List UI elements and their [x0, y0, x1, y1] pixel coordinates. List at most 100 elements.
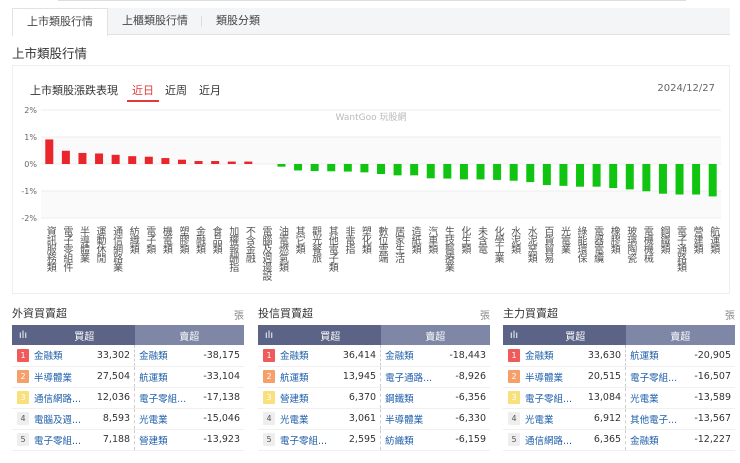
sell-sector-link[interactable]: 其他電子...	[625, 408, 687, 430]
table-row: 1 金融類 36,414 金融類 -18,443	[258, 345, 490, 367]
tab-otc[interactable]: 上櫃類股行情	[108, 8, 202, 34]
table-row: 4 電腦及週... 8,593 光電業 -15,046	[12, 408, 244, 430]
bar[interactable]	[642, 164, 651, 192]
bar[interactable]	[343, 164, 352, 172]
buy-sector-link[interactable]: 金融類	[525, 345, 581, 367]
buy-sector-link[interactable]: 金融類	[34, 345, 90, 367]
bar[interactable]	[244, 161, 253, 164]
rank-badge: 4	[263, 412, 275, 425]
rank-badge: 3	[263, 391, 275, 404]
bar[interactable]	[377, 164, 385, 174]
flow-table: ılı 買超 賣超 1 金融類 33,630 航運類 -20,905 2 半導體業 20,515 電子…	[503, 325, 735, 451]
bar[interactable]	[708, 164, 717, 197]
sell-sector-link[interactable]: 金融類	[380, 345, 442, 367]
bar[interactable]	[327, 164, 336, 172]
sell-value: -6,356	[441, 387, 490, 409]
chart-card: 上市類股漲跌表現 近日 近周 近月 2024/12/27 2% 1% 0% -1% -2…	[12, 65, 730, 294]
bar[interactable]	[111, 154, 120, 164]
bar[interactable]	[161, 158, 170, 164]
bar[interactable]	[128, 156, 137, 164]
buy-sector-link[interactable]: 通信網路...	[34, 387, 90, 409]
sell-sector-link[interactable]: 金融類	[134, 345, 196, 367]
sell-sector-link[interactable]: 紡織類	[380, 429, 442, 451]
bar[interactable]	[95, 153, 104, 164]
table-row: 3 通信網路... 12,036 電子零組... -17,138	[12, 387, 244, 409]
rank-badge: 2	[263, 370, 275, 383]
tab-listed[interactable]: 上市類股行情	[12, 8, 108, 36]
x-tick-label: 居家生活	[392, 226, 404, 262]
buy-sector-link[interactable]: 金融類	[280, 345, 336, 367]
bar[interactable]	[277, 164, 286, 167]
chart-icon[interactable]: ılı	[258, 325, 280, 345]
bar[interactable]	[61, 150, 70, 164]
bar[interactable]	[625, 164, 634, 190]
bar[interactable]	[609, 164, 618, 189]
bar[interactable]	[294, 164, 303, 171]
sell-sector-link[interactable]: 光電業	[134, 408, 196, 430]
bar[interactable]	[542, 164, 551, 186]
buy-sector-link[interactable]: 通信網路...	[525, 429, 581, 451]
buy-sector-link[interactable]: 營建類	[280, 387, 336, 409]
table-row: 1 金融類 33,302 金融類 -38,175	[12, 345, 244, 367]
bar[interactable]	[675, 164, 684, 195]
sell-sector-link[interactable]: 半導體業	[380, 408, 442, 430]
sell-sector-link[interactable]: 電子通路...	[380, 366, 442, 388]
bar[interactable]	[45, 139, 54, 164]
bar[interactable]	[459, 164, 468, 180]
bar[interactable]	[576, 164, 585, 187]
sell-value: -15,046	[195, 408, 244, 430]
bar[interactable]	[78, 152, 87, 164]
buy-sector-link[interactable]: 半導體業	[34, 366, 90, 388]
bar[interactable]	[211, 161, 220, 164]
bar[interactable]	[227, 161, 236, 164]
sell-sector-link[interactable]: 航運類	[134, 366, 196, 388]
sell-sector-link[interactable]: 鋼鐵類	[380, 387, 442, 409]
bar[interactable]	[476, 164, 485, 180]
bar[interactable]	[559, 164, 568, 186]
buy-sector-link[interactable]: 光電業	[280, 408, 336, 430]
x-tick-label: 不含金融	[243, 226, 255, 262]
bar[interactable]	[426, 164, 435, 179]
bar[interactable]	[393, 164, 402, 176]
bar[interactable]	[443, 164, 452, 179]
buy-sector-link[interactable]: 電子零組...	[280, 429, 336, 451]
buy-sector-link[interactable]: 航運類	[280, 366, 336, 388]
bar[interactable]	[194, 161, 203, 164]
buy-sector-link[interactable]: 電子零組...	[525, 387, 581, 409]
bar[interactable]	[410, 164, 419, 176]
chart-icon[interactable]: ılı	[12, 325, 34, 345]
buy-sector-link[interactable]: 電腦及週...	[34, 408, 90, 430]
x-tick-label: 水泥類	[508, 226, 520, 253]
x-tick-label: 造紙類	[409, 226, 421, 253]
buy-sector-link[interactable]: 半導體業	[525, 366, 581, 388]
bar[interactable]	[592, 164, 601, 187]
buy-header: 買超	[525, 325, 626, 345]
sell-sector-link[interactable]: 電子零組...	[134, 387, 196, 409]
bar[interactable]	[360, 164, 369, 173]
sell-sector-link[interactable]: 光電業	[625, 387, 687, 409]
buy-value: 33,630	[580, 345, 626, 367]
x-tick-label: 電子通路類	[674, 226, 686, 271]
bar[interactable]	[493, 164, 502, 180]
buy-sector-link[interactable]: 電子零組...	[34, 429, 90, 451]
sell-sector-link[interactable]: 金融類	[625, 429, 687, 451]
buy-value: 20,515	[580, 366, 626, 388]
bar[interactable]	[526, 164, 535, 183]
sell-sector-link[interactable]: 航運類	[625, 345, 687, 367]
bar[interactable]	[692, 164, 701, 195]
rank-badge: 3	[508, 391, 520, 404]
tab-category[interactable]: 類股分類	[202, 8, 274, 34]
chart-icon[interactable]: ılı	[503, 325, 525, 345]
bar[interactable]	[310, 164, 319, 172]
bar[interactable]	[177, 159, 186, 164]
sell-value: -13,567	[686, 408, 735, 430]
x-tick-label: 光電業	[558, 226, 570, 253]
sell-sector-link[interactable]: 營建類	[134, 429, 196, 451]
sell-sector-link[interactable]: 電子零組...	[625, 366, 687, 388]
bar[interactable]	[509, 164, 518, 181]
x-tick-label: 其他電子類	[326, 226, 338, 271]
buy-sector-link[interactable]: 光電業	[525, 408, 581, 430]
bar[interactable]	[658, 164, 667, 194]
rank-badge: 2	[508, 370, 520, 383]
bar[interactable]	[144, 156, 153, 164]
